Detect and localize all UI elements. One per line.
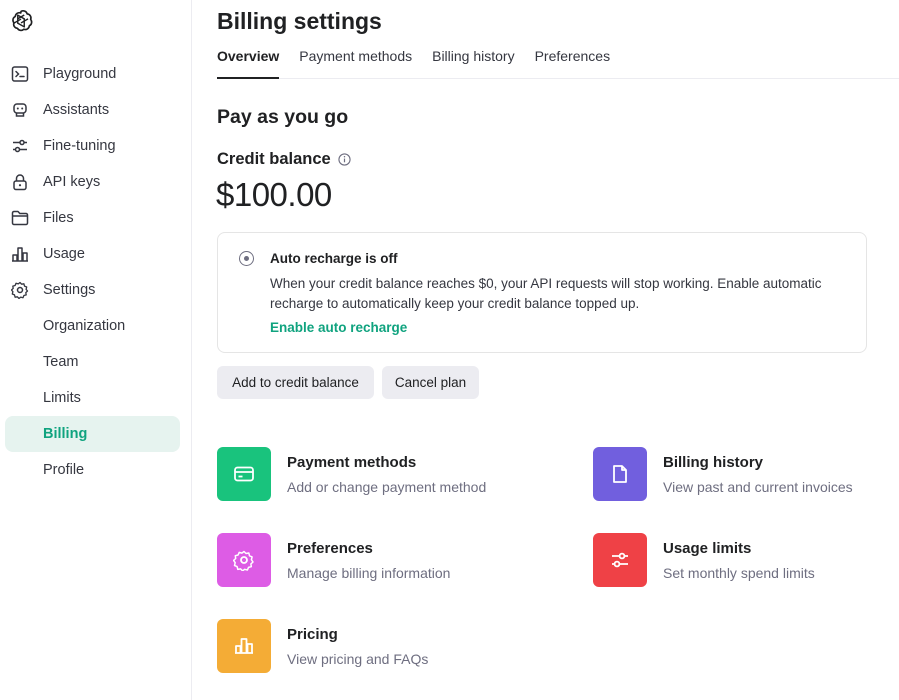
credit-card-icon xyxy=(217,447,271,501)
info-icon[interactable] xyxy=(338,153,351,166)
sidebar-item-label: Playground xyxy=(43,66,117,82)
auto-recharge-description: When your credit balance reaches $0, you… xyxy=(270,276,822,311)
sidebar-item-limits[interactable]: Limits xyxy=(0,380,192,416)
quick-link-billing-history[interactable]: Billing history View past and current in… xyxy=(593,447,853,501)
sidebar-item-label: API keys xyxy=(43,174,101,190)
gear-icon xyxy=(217,533,271,587)
bar-chart-icon xyxy=(217,619,271,673)
sidebar-item-organization[interactable]: Organization xyxy=(0,308,192,344)
auto-recharge-title: Auto recharge is off xyxy=(270,251,398,266)
sidebar-item-settings[interactable]: Settings xyxy=(0,272,192,308)
quick-link-description: Manage billing information xyxy=(287,565,451,581)
sidebar-item-label: Assistants xyxy=(43,102,110,118)
tab-preferences[interactable]: Preferences xyxy=(535,44,610,79)
folder-icon xyxy=(11,210,29,226)
gear-icon xyxy=(11,281,29,299)
quick-link-title: Pricing xyxy=(287,626,338,643)
quick-link-description: View past and current invoices xyxy=(663,479,853,495)
enable-auto-recharge-link[interactable]: Enable auto recharge xyxy=(270,320,407,335)
quick-link-title: Payment methods xyxy=(287,454,417,471)
sidebar-item-profile[interactable]: Profile xyxy=(0,452,192,488)
sidebar-item-label: Limits xyxy=(43,390,81,406)
section-title: Pay as you go xyxy=(217,106,349,128)
sidebar-item-label: Settings xyxy=(43,282,96,298)
sidebar-item-label: Files xyxy=(43,210,74,226)
tab-overview[interactable]: Overview xyxy=(217,44,280,79)
sidebar: Playground Assistants Fine-tuning API ke… xyxy=(0,0,192,700)
quick-link-preferences[interactable]: Preferences Manage billing information xyxy=(217,533,450,587)
sidebar-item-playground[interactable]: Playground xyxy=(0,56,192,92)
quick-link-description: Add or change payment method xyxy=(287,479,487,495)
sidebar-item-label: Organization xyxy=(43,318,126,334)
sliders-icon xyxy=(13,139,27,153)
sidebar-item-api-keys[interactable]: API keys xyxy=(0,164,192,200)
credit-balance-label: Credit balance xyxy=(217,150,351,169)
robot-icon xyxy=(13,103,27,117)
sidebar-item-label: Usage xyxy=(43,246,85,262)
cancel-plan-button[interactable]: Cancel plan xyxy=(382,366,479,399)
tab-bar: Overview Payment methods Billing history… xyxy=(217,44,899,79)
quick-link-title: Preferences xyxy=(287,540,373,557)
lock-icon xyxy=(13,174,27,191)
quick-link-description: View pricing and FAQs xyxy=(287,651,429,667)
sidebar-item-label: Billing xyxy=(43,426,88,442)
sidebar-item-label: Team xyxy=(43,354,79,370)
quick-link-pricing[interactable]: Pricing View pricing and FAQs xyxy=(217,619,428,673)
openai-logo[interactable] xyxy=(8,8,34,34)
sidebar-nav: Playground Assistants Fine-tuning API ke… xyxy=(0,56,192,488)
sidebar-item-fine-tuning[interactable]: Fine-tuning xyxy=(0,128,192,164)
bar-chart-icon xyxy=(12,247,28,262)
quick-link-usage-limits[interactable]: Usage limits Set monthly spend limits xyxy=(593,533,815,587)
sidebar-item-label: Fine-tuning xyxy=(43,138,116,154)
quick-link-description: Set monthly spend limits xyxy=(663,565,815,581)
sidebar-item-assistants[interactable]: Assistants xyxy=(0,92,192,128)
radio-icon xyxy=(239,251,254,266)
sidebar-item-label: Profile xyxy=(43,462,85,478)
credit-balance-amount: $100.00 xyxy=(216,176,332,213)
sliders-icon xyxy=(593,533,647,587)
terminal-icon xyxy=(11,66,29,82)
sidebar-item-usage[interactable]: Usage xyxy=(0,236,192,272)
document-icon xyxy=(593,447,647,501)
sidebar-item-files[interactable]: Files xyxy=(0,200,192,236)
credit-balance-label-text: Credit balance xyxy=(217,150,331,168)
sidebar-item-billing[interactable]: Billing xyxy=(5,416,180,452)
tab-payment-methods[interactable]: Payment methods xyxy=(299,44,412,79)
quick-link-title: Usage limits xyxy=(663,540,752,557)
auto-recharge-card: Auto recharge is off When your credit ba… xyxy=(217,232,867,353)
quick-link-payment-methods[interactable]: Payment methods Add or change payment me… xyxy=(217,447,486,501)
tab-billing-history[interactable]: Billing history xyxy=(432,44,514,79)
add-to-credit-balance-button[interactable]: Add to credit balance xyxy=(217,366,374,399)
quick-link-title: Billing history xyxy=(663,454,764,471)
sidebar-item-team[interactable]: Team xyxy=(0,344,192,380)
page-title: Billing settings xyxy=(217,8,382,34)
